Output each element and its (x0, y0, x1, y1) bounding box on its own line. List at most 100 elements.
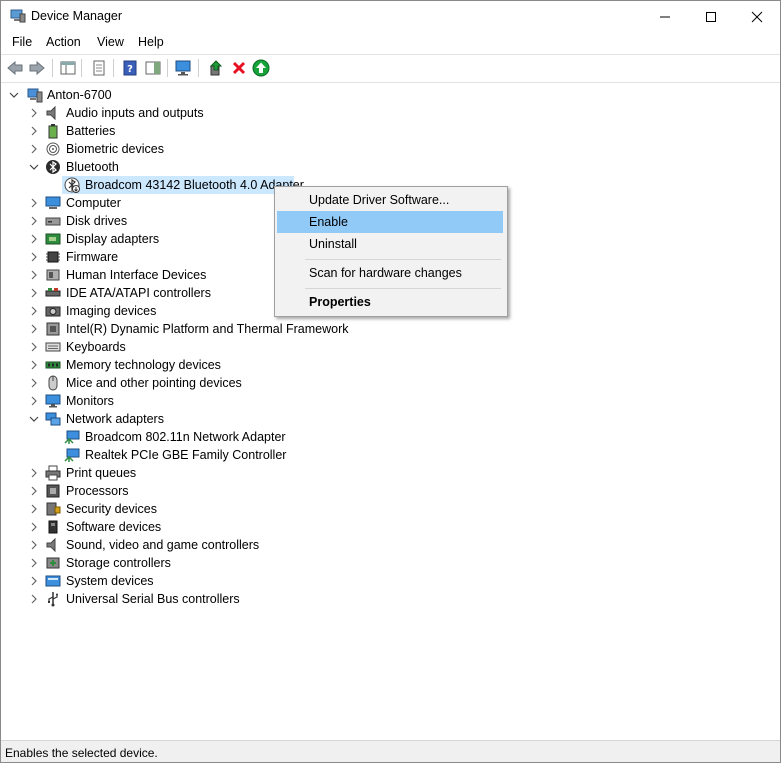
close-icon (751, 11, 763, 22)
tree-category-label: Memory technology devices (66, 358, 221, 372)
display-adapter-icon (45, 233, 61, 245)
chevron-right-icon[interactable] (29, 359, 39, 371)
network-adapter-icon (64, 448, 80, 462)
title-bar[interactable]: Device Manager (1, 1, 780, 32)
show-hide-console-tree-button[interactable] (59, 59, 77, 77)
tree-category-label: Sound, video and game controllers (66, 538, 260, 552)
chevron-right-icon[interactable] (29, 593, 39, 605)
chevron-right-icon[interactable] (29, 557, 39, 569)
tree-category-processors[interactable]: Processors (1, 482, 780, 500)
status-text: Enables the selected device. (5, 746, 158, 760)
menu-view[interactable]: View (97, 35, 124, 49)
tree-category-label: Keyboards (66, 340, 126, 354)
toolbar-separator (81, 59, 82, 77)
tree-category-label: Computer (66, 196, 121, 210)
chevron-right-icon[interactable] (29, 323, 39, 335)
tree-category-memory-technology-devices[interactable]: Memory technology devices (1, 356, 780, 374)
chevron-right-icon[interactable] (29, 305, 39, 317)
tree-category-label: Storage controllers (66, 556, 171, 570)
chevron-right-icon[interactable] (29, 143, 39, 155)
chevron-right-icon[interactable] (29, 233, 39, 245)
chevron-right-icon[interactable] (29, 125, 39, 137)
menu-bar: File Action View Help (1, 32, 780, 54)
chevron-right-icon[interactable] (29, 341, 39, 353)
tree-category-mice-and-other-pointing-devices[interactable]: Mice and other pointing devices (1, 374, 780, 392)
tree-category-biometric-devices[interactable]: Biometric devices (1, 140, 780, 158)
context-scan-hardware-label: Scan for hardware changes (309, 266, 462, 280)
context-separator (305, 288, 501, 289)
tree-category-storage-controllers[interactable]: Storage controllers (1, 554, 780, 572)
speaker-icon (46, 105, 56, 121)
tree-category-audio-inputs-and-outputs[interactable]: Audio inputs and outputs (1, 104, 780, 122)
tree-category-software-devices[interactable]: Software devices (1, 518, 780, 536)
mouse-icon (48, 375, 58, 391)
uninstall-device-button[interactable] (230, 59, 248, 77)
back-button[interactable] (6, 59, 24, 77)
chevron-right-icon[interactable] (29, 485, 39, 497)
maximize-button[interactable] (688, 1, 734, 32)
tree-category-label: Human Interface Devices (66, 268, 207, 282)
tree-category-system-devices[interactable]: System devices (1, 572, 780, 590)
toolbar: ? (1, 54, 780, 83)
chevron-right-icon[interactable] (29, 287, 39, 299)
tree-category-sound-video-and-game-controllers[interactable]: Sound, video and game controllers (1, 536, 780, 554)
enable-device-button[interactable] (252, 59, 270, 77)
chevron-right-icon[interactable] (29, 521, 39, 533)
context-properties[interactable]: Properties (277, 291, 503, 313)
tree-root-label: Anton-6700 (47, 88, 112, 102)
scan-hardware-button[interactable] (175, 59, 193, 77)
tree-category-label: IDE ATA/ATAPI controllers (66, 286, 211, 300)
tree-root-row[interactable]: Anton-6700 (1, 86, 780, 104)
device-icon (46, 322, 60, 336)
chevron-right-icon[interactable] (29, 377, 39, 389)
menu-file[interactable]: File (12, 35, 32, 49)
tree-category-universal-serial-bus-controllers[interactable]: Universal Serial Bus controllers (1, 590, 780, 608)
update-driver-button[interactable] (207, 59, 225, 77)
update-driver-icon (209, 60, 223, 76)
tree-category-network-adapters[interactable]: Network adapters (1, 410, 780, 428)
tree-category-label: Display adapters (66, 232, 160, 246)
hid-icon (46, 269, 60, 281)
chevron-down-icon[interactable] (29, 161, 39, 173)
tree-category-keyboards[interactable]: Keyboards (1, 338, 780, 356)
system-icon (45, 575, 61, 587)
chevron-down-icon[interactable] (9, 89, 19, 101)
close-button[interactable] (734, 1, 780, 32)
tree-category-print-queues[interactable]: Print queues (1, 464, 780, 482)
help-toolbar-button[interactable]: ? (121, 59, 139, 77)
context-enable[interactable]: Enable (277, 211, 503, 233)
chevron-right-icon[interactable] (29, 395, 39, 407)
tree-category-batteries[interactable]: Batteries (1, 122, 780, 140)
context-update-driver[interactable]: Update Driver Software... (277, 189, 503, 211)
tree-category-monitors[interactable]: Monitors (1, 392, 780, 410)
tree-category-security-devices[interactable]: Security devices (1, 500, 780, 518)
bluetooth-icon (46, 160, 60, 174)
properties-toolbar-button[interactable] (90, 59, 108, 77)
tree-category-bluetooth[interactable]: Bluetooth (1, 158, 780, 176)
chevron-right-icon[interactable] (29, 503, 39, 515)
chevron-right-icon[interactable] (29, 197, 39, 209)
tree-device-broadcom-802-11n-network-adapter[interactable]: Broadcom 802.11n Network Adapter (1, 428, 780, 446)
tree-category-intel-r-dynamic-platform-and-thermal-framework[interactable]: Intel(R) Dynamic Platform and Thermal Fr… (1, 320, 780, 338)
minimize-button[interactable] (642, 1, 688, 32)
chevron-down-icon[interactable] (29, 413, 39, 425)
menu-action[interactable]: Action (46, 35, 81, 49)
forward-button[interactable] (28, 59, 46, 77)
chevron-right-icon[interactable] (29, 269, 39, 281)
menu-help[interactable]: Help (138, 35, 164, 49)
tree-category-label: Mice and other pointing devices (66, 376, 242, 390)
context-uninstall[interactable]: Uninstall (277, 233, 503, 255)
chevron-right-icon[interactable] (29, 539, 39, 551)
chevron-right-icon[interactable] (29, 575, 39, 587)
device-manager-window: Device Manager File Action View Help ? A… (0, 0, 781, 763)
action-pane-button[interactable] (144, 59, 162, 77)
maximize-icon (706, 11, 716, 22)
help-book-icon: ? (123, 60, 137, 76)
chevron-right-icon[interactable] (29, 467, 39, 479)
tree-device-realtek-pcie-gbe-family-controller[interactable]: Realtek PCIe GBE Family Controller (1, 446, 780, 464)
context-scan-hardware[interactable]: Scan for hardware changes (277, 262, 503, 284)
context-uninstall-label: Uninstall (309, 237, 357, 251)
chevron-right-icon[interactable] (29, 107, 39, 119)
chevron-right-icon[interactable] (29, 215, 39, 227)
chevron-right-icon[interactable] (29, 251, 39, 263)
